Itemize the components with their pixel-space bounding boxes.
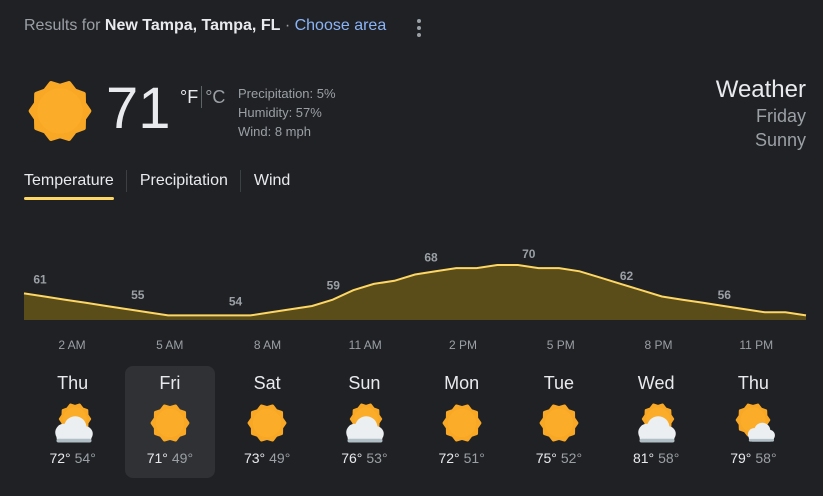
day-mon[interactable]: Mon 72° 51° [417, 366, 507, 478]
temperature-label: 62 [620, 269, 634, 283]
tab-precipitation[interactable]: Precipitation [140, 170, 228, 200]
wind-text: Wind: 8 mph [238, 124, 311, 139]
sunny-icon [442, 404, 482, 442]
hour-label: 11 PM [739, 338, 773, 352]
high-temp: 81° [632, 450, 655, 466]
location-name: New Tampa, Tampa, FL [104, 17, 281, 34]
day-fri[interactable]: Fri 71° 49° [124, 366, 215, 478]
hour-label: 8 AM [254, 338, 281, 352]
hour-label: 5 PM [547, 338, 575, 352]
daily-forecast: Thu 72° 54° Fri 71° 49° Sat 73° 49° Sun 76° 53° Mon 7… [24, 366, 806, 480]
separator: · [284, 17, 291, 34]
hour-label: 2 AM [58, 338, 85, 352]
mostly-sunny-icon [736, 403, 776, 442]
day-temps: 73° 49° [222, 450, 312, 466]
selected-day: Friday [755, 106, 806, 126]
hour-label: 8 PM [644, 338, 672, 352]
day-temps: 72° 51° [417, 450, 507, 466]
day-name: Tue [543, 373, 575, 393]
day-name: Mon [444, 373, 480, 393]
precipitation-text: Precipitation: 5% [238, 86, 336, 101]
day-temps: 79° 58° [708, 450, 798, 466]
current-temperature: 71 [106, 76, 171, 141]
low-temp: 54° [74, 450, 96, 466]
hour-label: 5 AM [156, 338, 183, 352]
hour-label: 11 AM [349, 338, 382, 352]
day-name: Thu [57, 373, 89, 393]
low-temp: 58° [755, 450, 777, 466]
sunny-icon [150, 404, 190, 442]
day-name: Wed [637, 373, 675, 393]
low-temp: 51° [463, 450, 485, 466]
more-options-icon[interactable] [410, 14, 428, 40]
results-prefix: Results for [24, 17, 101, 34]
low-temp: 49° [171, 450, 194, 466]
tab-temperature[interactable]: Temperature [24, 170, 114, 200]
humidity-text: Humidity: 57% [238, 105, 322, 120]
weather-title: Weather [715, 76, 806, 103]
low-temp: 52° [560, 450, 583, 466]
partly-cloudy-icon [346, 403, 385, 443]
unit-toggle: °F °C [180, 86, 225, 108]
day-name: Sun [348, 373, 381, 393]
choose-area-link[interactable]: Choose area [295, 17, 387, 34]
day-temps: 71° 49° [125, 450, 215, 466]
sunny-icon [28, 81, 92, 141]
day-temps: 76° 53° [319, 450, 409, 466]
high-temp: 71° [146, 450, 168, 466]
weather-details: Precipitation: 5% Humidity: 57% Wind: 8 … [238, 84, 336, 141]
sunny-icon [539, 404, 579, 442]
chart-tabs: Temperature Precipitation Wind [24, 170, 302, 202]
day-temps: 75° 52° [514, 450, 604, 466]
celsius-button[interactable]: °C [205, 87, 225, 107]
condition-text: Sunny [754, 130, 806, 150]
day-thu[interactable]: Thu 72° 54° [28, 366, 118, 478]
high-temp: 76° [341, 450, 363, 466]
temperature-label: 55 [131, 288, 145, 302]
day-temps: 81° 58° [611, 450, 701, 466]
temperature-chart: 61 55 54 59 68 70 62 56 2 AM 5 AM 8 AM 11 AM 2 PM 5 P… [23, 247, 807, 352]
day-name: Sat [253, 373, 281, 393]
sunny-icon [247, 404, 287, 442]
partly-cloudy-icon [638, 403, 676, 443]
day-tue[interactable]: Tue 75° 52° [514, 366, 604, 478]
day-sun[interactable]: Sun 76° 53° [319, 366, 409, 478]
temperature-label: 59 [327, 279, 341, 293]
weather-summary: Weather Friday Sunny [716, 76, 806, 152]
hour-label: 2 PM [449, 338, 477, 352]
results-header: Results for New Tampa, Tampa, FL · Choos… [24, 17, 386, 35]
low-temp: 49° [269, 450, 291, 466]
high-temp: 73° [243, 450, 266, 466]
temperature-label: 61 [33, 272, 47, 286]
day-temps: 72° 54° [28, 450, 118, 466]
temperature-label: 70 [522, 247, 536, 261]
day-name: Fri [159, 373, 181, 393]
day-name: Thu [737, 373, 769, 393]
unit-divider [201, 86, 203, 108]
temperature-label: 68 [424, 250, 438, 264]
high-temp: 72° [49, 450, 71, 466]
low-temp: 53° [366, 450, 388, 466]
temperature-label: 54 [229, 294, 243, 308]
temperature-label: 56 [718, 288, 732, 302]
high-temp: 72° [438, 450, 460, 466]
high-temp: 75° [535, 450, 557, 466]
fahrenheit-button[interactable]: °F [180, 87, 198, 107]
tab-wind[interactable]: Wind [254, 170, 290, 200]
high-temp: 79° [730, 450, 752, 466]
tab-divider [239, 170, 241, 192]
low-temp: 58° [658, 450, 680, 466]
day-thu[interactable]: Thu 79° 58° [708, 366, 798, 478]
day-sat[interactable]: Sat 73° 49° [222, 366, 312, 478]
partly-cloudy-icon [54, 403, 93, 443]
tab-divider [125, 170, 127, 192]
day-wed[interactable]: Wed 81° 58° [611, 366, 701, 478]
